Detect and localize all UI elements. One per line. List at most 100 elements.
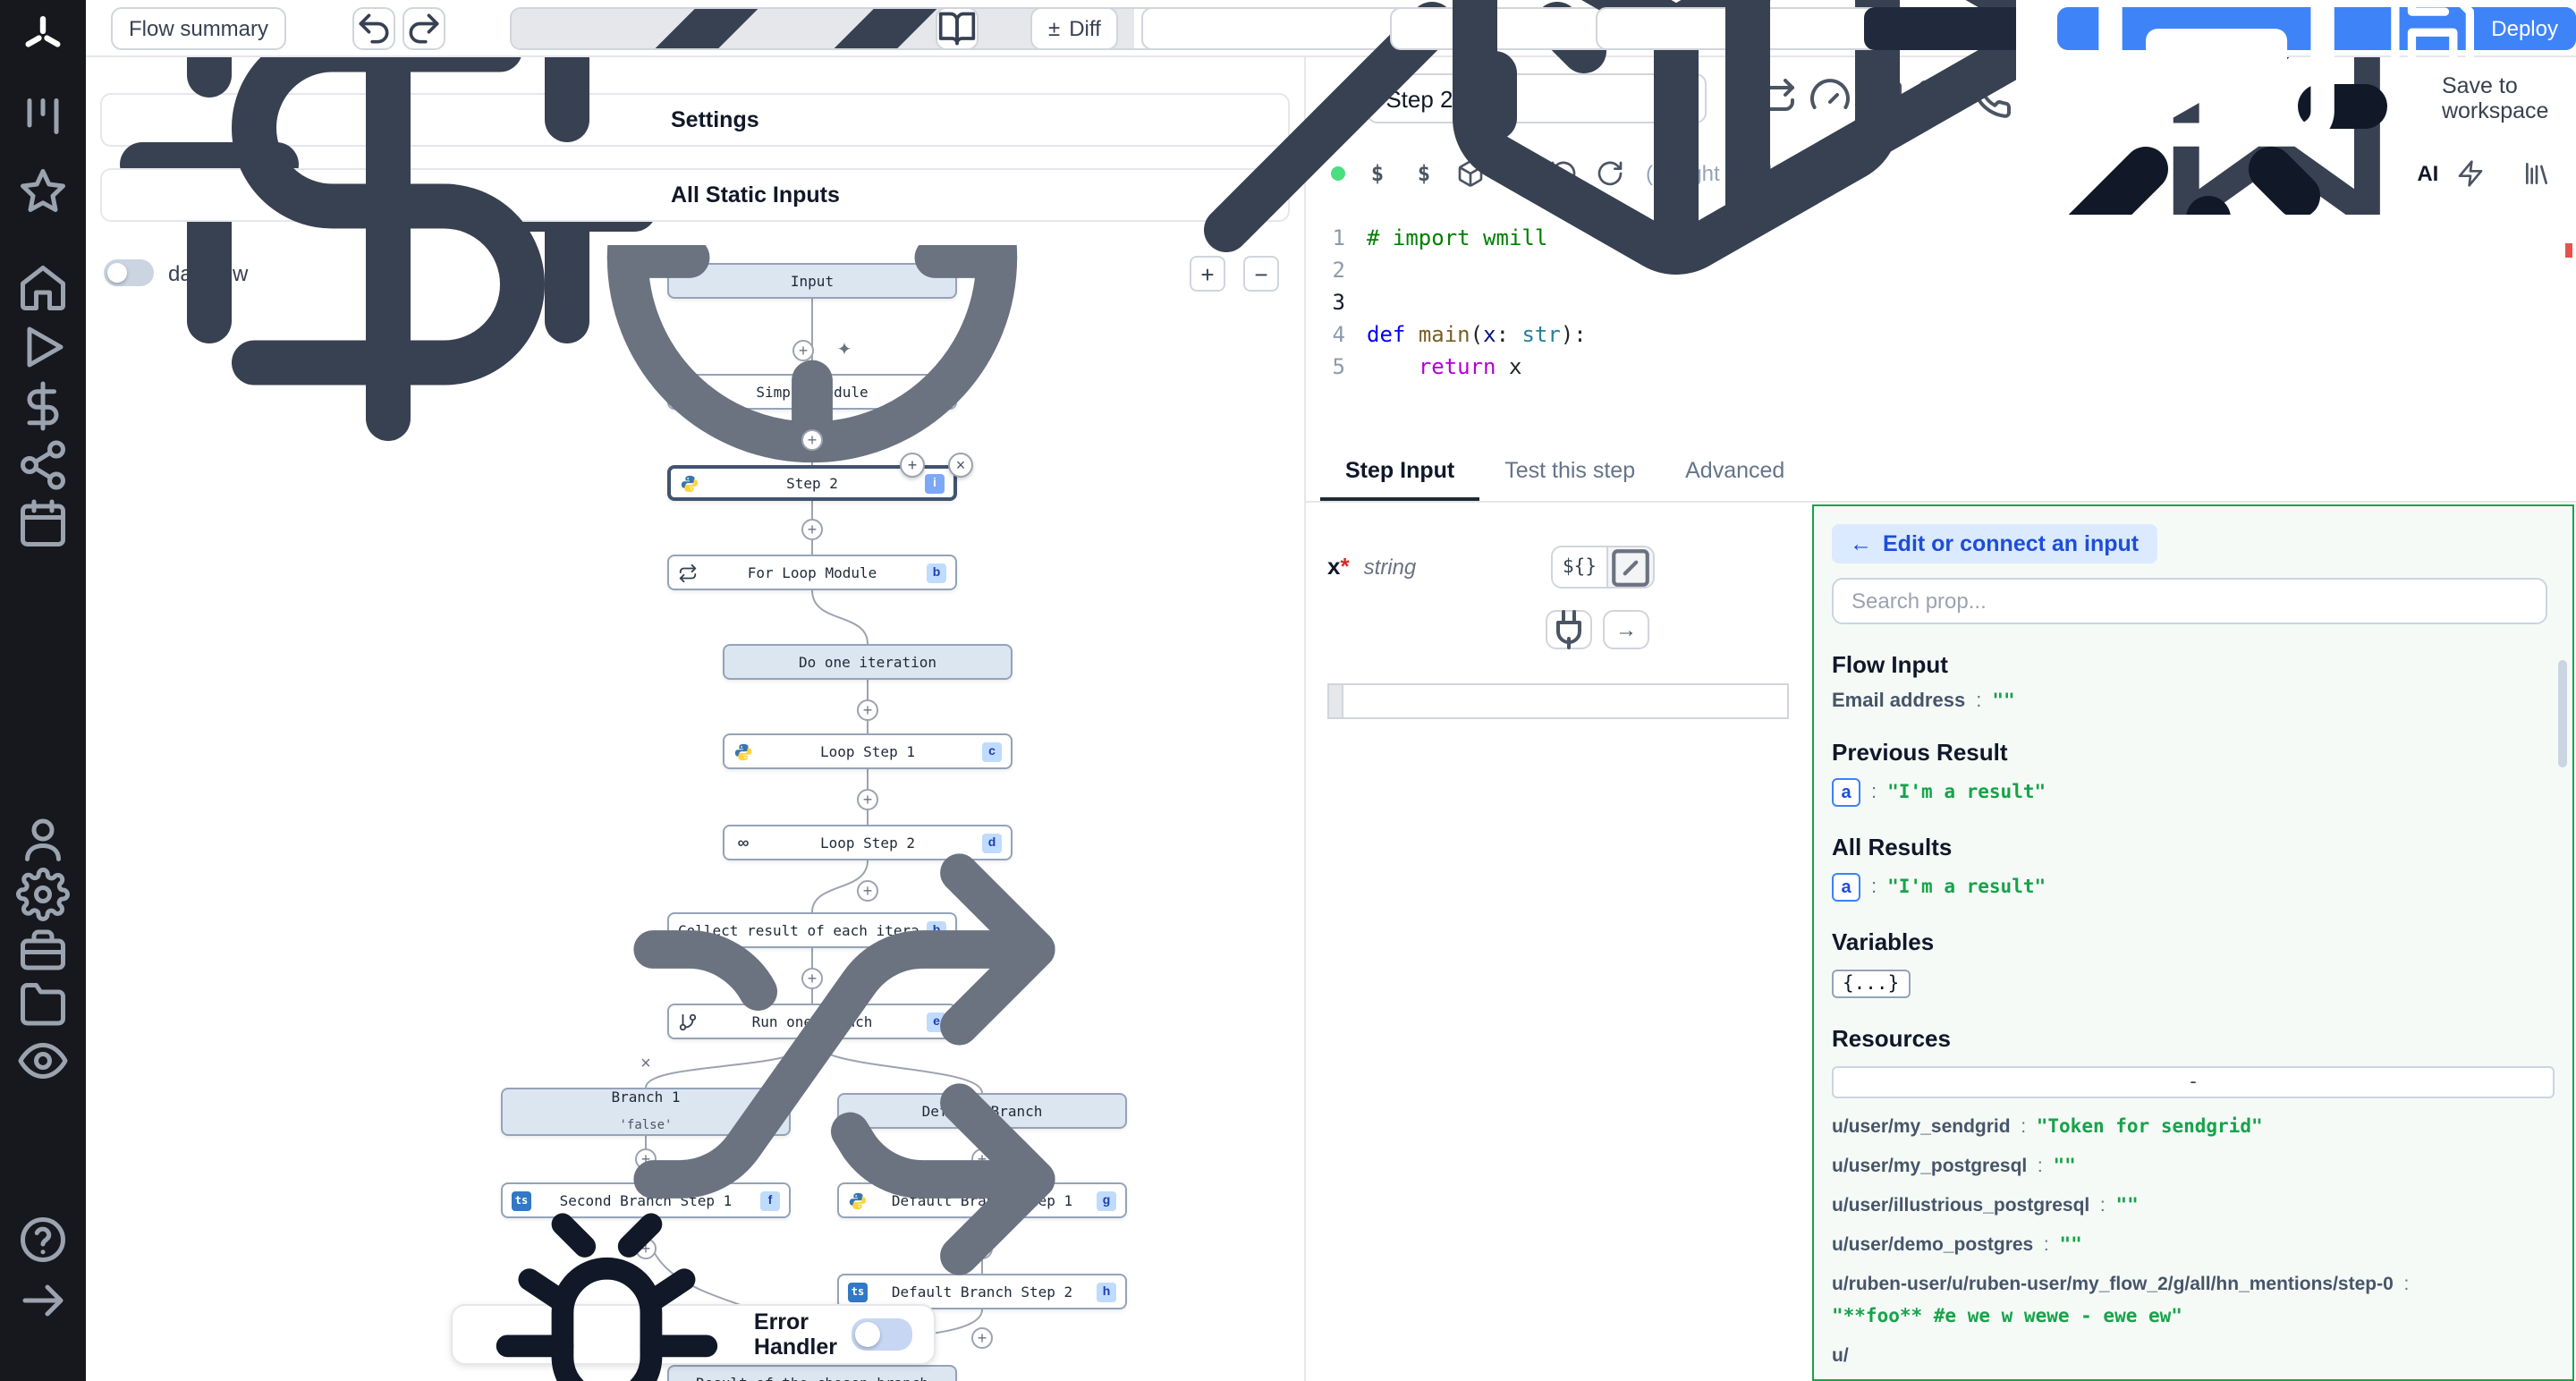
all-static-inputs-card[interactable]: All Static Inputs [100,168,1290,222]
help-icon[interactable] [14,1213,72,1267]
deploy-button[interactable]: Deploy [2365,7,2576,50]
docs-button[interactable] [936,7,979,50]
insert-step-button[interactable]: + [792,340,814,361]
format-icon[interactable] [2456,159,2485,188]
resource-item[interactable]: u/user/my_postgresql : "" [1832,1156,2555,1177]
flow-node-do-one-iteration[interactable]: Do one iteration [723,644,1013,680]
undo-button[interactable] [352,7,395,50]
tab-test-this-step[interactable]: Test this step [1479,444,1660,501]
flow-summary-label: Flow summary [129,16,268,41]
ai-label: AI [2417,161,2438,186]
step-id-badge: b [927,563,946,582]
play-icon[interactable] [14,320,72,374]
all-static-inputs-label: All Static Inputs [671,182,840,208]
resource-item[interactable]: u/user/illustrious_postgresql : "" [1832,1195,2555,1216]
pencil-icon [528,7,1064,50]
previous-result-list: a:"I'm a result" [1832,778,2555,807]
ai-insert-icon[interactable]: ✦ [837,341,852,360]
flow-trigger-icon[interactable] [566,245,1058,504]
code-line: 5 return x [1306,351,2576,383]
result-item[interactable]: a:"I'm a result" [1832,778,2555,807]
resource-item[interactable]: u/user/my_sendgrid : "Token for sendgrid… [1832,1116,2555,1138]
argument-name: x* [1327,553,1350,580]
gear-icon[interactable] [14,868,72,921]
folder-icon[interactable] [14,979,72,1032]
undo-icon [354,9,394,48]
connect-buttons: → [1546,610,1649,649]
insert-step-button[interactable]: + [971,1327,993,1349]
required-asterisk: * [1340,553,1349,580]
dataflow-control: dataflow [104,259,248,286]
flow-canvas[interactable]: Input tsSimple modulea Step 2i For Loop … [86,245,1304,1381]
bug-icon [474,1202,740,1381]
repeat-icon [678,563,698,582]
redo-button[interactable] [402,7,445,50]
line-number: 5 [1306,351,1367,383]
raw-mode-button[interactable] [1606,547,1653,587]
flow-input-item[interactable]: Email address:"" [1832,690,2555,712]
deploy-icon [2383,0,2482,79]
toolbox-icon[interactable] [14,923,72,977]
error-handler-bar: Error Handler [451,1304,936,1365]
variables-chip[interactable]: {...} [1832,970,1910,998]
node-delete-button[interactable]: × [948,453,973,478]
windmill-logo[interactable] [21,14,64,57]
sidebar-group-mid [14,261,72,551]
dataflow-toggle[interactable] [104,259,154,286]
line-number: 4 [1306,318,1367,351]
insert-step-button[interactable]: + [801,429,823,451]
flow-panel: Settings All Static Inputs Inpu [86,57,1306,1381]
flow-node-for-loop[interactable]: For Loop Moduleb [667,555,957,590]
code-line: 4def main(x: str): [1306,318,2576,351]
dollar-icon[interactable] [14,379,72,433]
edit-or-connect-button[interactable]: ← Edit or connect an input [1832,524,2157,563]
book-icon [937,9,977,48]
error-handler-label: Error Handler [754,1309,837,1360]
library-panel-icon[interactable] [2522,159,2551,188]
previous-result-heading: Previous Result [1832,739,2555,766]
back-arrow-icon: ← [1850,531,1872,556]
argument-value-input[interactable] [1327,683,1789,719]
eye-icon[interactable] [14,1034,72,1088]
apply-arrow-button[interactable]: → [1603,610,1649,649]
plug-button[interactable] [1546,610,1592,649]
topbar: Flow summary Path ± Diff AI Flow Builder… [86,0,2576,57]
sidebar-group-bottom [14,1213,72,1327]
kanban-icon[interactable] [14,89,72,143]
star-icon[interactable] [14,165,72,218]
insert-step-button[interactable]: + [801,519,823,540]
insert-step-button[interactable]: + [857,699,878,721]
flow-node-loop-step-1[interactable]: Loop Step 1c [723,733,1013,769]
settings-label: Settings [671,107,759,132]
prop-search-input[interactable] [1832,578,2547,624]
step-tabs: Step InputTest this stepAdvanced [1306,444,2576,503]
home-icon[interactable] [14,261,72,315]
tab-advanced[interactable]: Advanced [1660,444,1809,501]
flow-summary-button[interactable]: Flow summary [111,7,286,50]
share-icon[interactable] [14,438,72,492]
tab-step-input[interactable]: Step Input [1320,444,1479,501]
resource-item[interactable]: u/user/demo_postgres : "" [1832,1234,2555,1256]
plug-icon [1547,608,1590,651]
deploy-label: Deploy [2491,16,2558,41]
insert-step-button[interactable]: + [857,789,878,810]
resource-item[interactable]: u/ [1832,1345,2555,1367]
expression-mode-button[interactable]: ${} [1553,547,1606,587]
plus-minus-icon: ± [1048,16,1060,41]
argument-type: string [1364,555,1417,580]
drag-grip [1329,685,1343,717]
arrow-right-icon[interactable] [14,1274,72,1327]
error-handler-toggle[interactable] [852,1318,912,1351]
all-results-list: a:"I'm a result" [1832,873,2555,902]
editor-overview-mark [2565,243,2572,258]
connect-panel-scrollbar[interactable] [2558,660,2567,767]
result-item[interactable]: a:"I'm a result" [1832,873,2555,902]
connect-input-panel: ← Edit or connect an input Flow Input Em… [1812,504,2574,1381]
resource-item[interactable]: u/ruben-user/u/ruben-user/my_flow_2/g/al… [1832,1274,2555,1327]
user-icon[interactable] [14,812,72,866]
calendar-icon[interactable] [14,497,72,551]
windmill-flow-editor: Flow summary Path ± Diff AI Flow Builder… [0,0,2576,1381]
node-insert-above-button[interactable]: + [900,453,925,478]
diff-button[interactable]: ± Diff [1030,7,1119,50]
resources-filter[interactable]: - [1832,1066,2555,1098]
